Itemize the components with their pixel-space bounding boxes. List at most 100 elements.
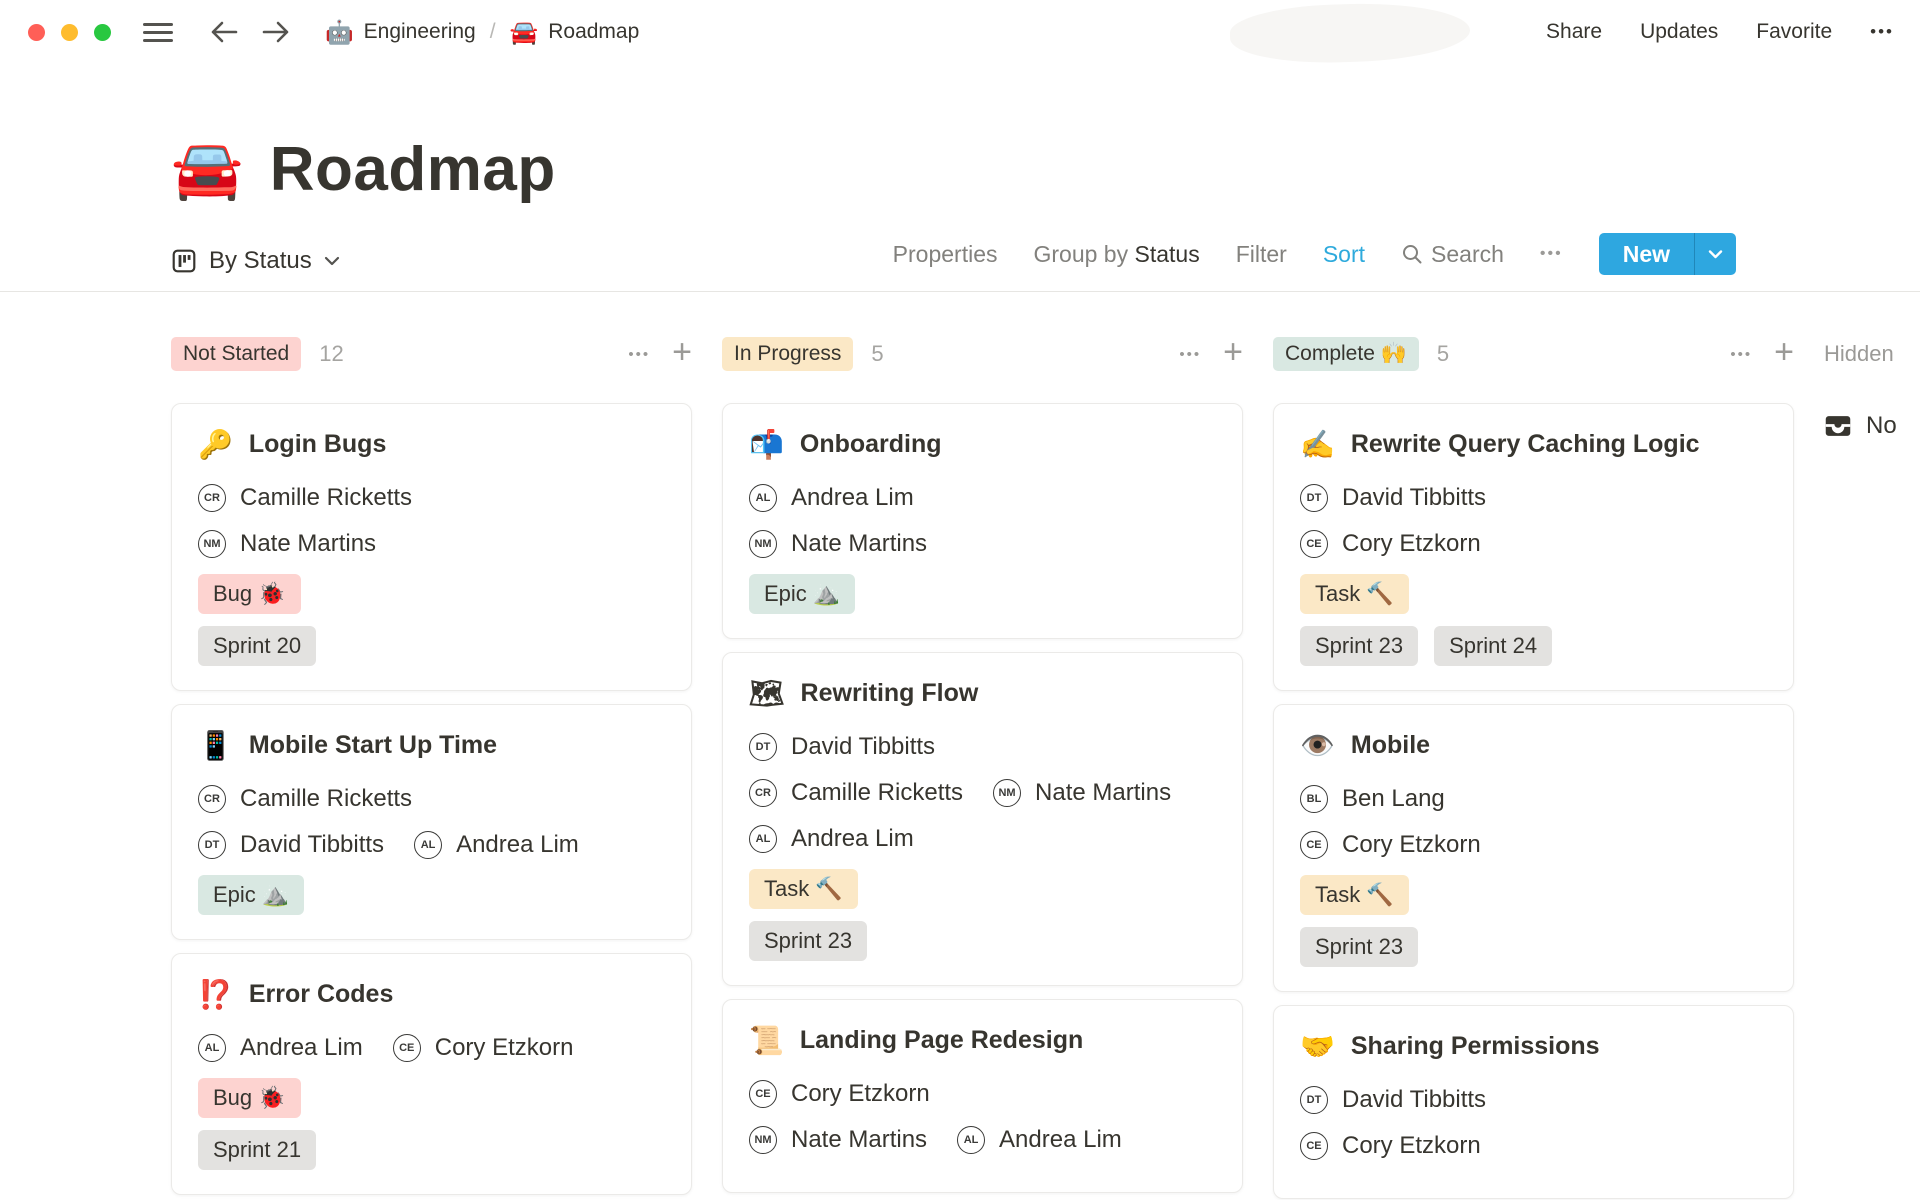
tag-badge[interactable]: Sprint 20 xyxy=(198,626,317,666)
hidden-group-row[interactable]: No xyxy=(1824,412,1920,440)
forward-arrow-icon[interactable] xyxy=(261,18,291,46)
tag-badge[interactable]: Task 🔨 xyxy=(749,869,858,909)
column-more-icon[interactable]: ••• xyxy=(1730,346,1752,363)
properties-button[interactable]: Properties xyxy=(893,241,998,268)
person-chip[interactable]: CE Cory Etzkorn xyxy=(1300,1132,1481,1160)
group-by-button[interactable]: Group by Status xyxy=(1033,241,1199,268)
tag-badge[interactable]: Task 🔨 xyxy=(1300,574,1409,614)
column-status-badge[interactable]: Complete 🙌 xyxy=(1273,337,1419,371)
tag-badge[interactable]: Sprint 23 xyxy=(749,921,868,961)
share-button[interactable]: Share xyxy=(1546,20,1602,44)
person-name: David Tibbitts xyxy=(240,831,385,858)
card-title: 📬 Onboarding xyxy=(749,424,1216,464)
sidebar-menu-icon[interactable] xyxy=(143,18,173,47)
breadcrumb-page[interactable]: Roadmap xyxy=(548,20,639,44)
column-status-badge[interactable]: In Progress xyxy=(722,337,854,371)
person-chip[interactable]: DT David Tibbitts xyxy=(198,831,384,859)
new-dropdown-chevron-icon[interactable] xyxy=(1694,233,1736,275)
person-chip[interactable]: CE Cory Etzkorn xyxy=(392,1034,573,1062)
person-name: Camille Ricketts xyxy=(240,785,413,812)
board-column: Not Started 12 ••• + 🔑 Login Bugs CR Camille Ri… xyxy=(171,334,692,1200)
column-add-card-icon[interactable]: + xyxy=(1774,335,1794,369)
card-emoji-icon: 🤝 xyxy=(1300,1029,1335,1063)
tag-badge[interactable]: Sprint 21 xyxy=(198,1130,317,1170)
avatar: NM xyxy=(993,779,1022,807)
person-name: Andrea Lim xyxy=(791,825,914,852)
avatar: AL xyxy=(957,1126,986,1154)
tag-badge[interactable]: Bug 🐞 xyxy=(198,574,301,614)
kanban-card[interactable]: 📬 Onboarding AL Andrea Lim NM Nate Martins Epi… xyxy=(722,403,1243,639)
new-button[interactable]: New xyxy=(1598,233,1736,275)
card-tag-row: Epic ⛰️ xyxy=(749,574,1216,614)
person-chip[interactable]: CE Cory Etzkorn xyxy=(1300,831,1481,859)
updates-button[interactable]: Updates xyxy=(1640,20,1718,44)
minimize-window-button[interactable] xyxy=(61,23,78,41)
kanban-card[interactable]: ✍️ Rewrite Query Caching Logic DT David Tib… xyxy=(1273,403,1794,691)
column-add-card-icon[interactable]: + xyxy=(672,335,692,369)
card-emoji-icon: 🗺 xyxy=(749,676,785,710)
search-button[interactable]: Search xyxy=(1401,241,1504,268)
tag-badge[interactable]: Sprint 23 xyxy=(1300,927,1419,967)
person-chip[interactable]: AL Andrea Lim xyxy=(957,1126,1122,1154)
avatar: CE xyxy=(392,1034,421,1062)
person-chip[interactable]: NM Nate Martins xyxy=(749,1126,927,1154)
kanban-card[interactable]: 🔑 Login Bugs CR Camille Ricketts NM Nate Mart… xyxy=(171,403,692,691)
close-window-button[interactable] xyxy=(28,23,45,41)
kanban-card[interactable]: 👁️ Mobile BL Ben Lang CE Cory Etzkorn Task 🔨 Sp… xyxy=(1273,704,1794,992)
kanban-card[interactable]: 📱 Mobile Start Up Time CR Camille Ricketts D… xyxy=(171,704,692,940)
card-tag-row: Task 🔨 xyxy=(1300,574,1767,614)
column-header: Hidden xyxy=(1824,334,1920,374)
more-options-icon[interactable]: ••• xyxy=(1870,22,1894,42)
kanban-card[interactable]: 🗺 Rewriting Flow DT David Tibbitts CR Camille… xyxy=(722,652,1243,986)
column-more-icon[interactable]: ••• xyxy=(1179,346,1201,363)
column-add-card-icon[interactable]: + xyxy=(1223,335,1243,369)
breadcrumb-workspace[interactable]: Engineering xyxy=(364,20,476,44)
card-tag-row: Sprint 20 xyxy=(198,626,665,666)
hidden-group-label: No xyxy=(1866,412,1897,439)
filter-button[interactable]: Filter xyxy=(1236,241,1287,268)
person-chip[interactable]: NM Nate Martins xyxy=(198,530,376,558)
person-chip[interactable]: CR Camille Ricketts xyxy=(198,484,412,512)
group-by-value: Status xyxy=(1134,240,1200,267)
person-chip[interactable]: CE Cory Etzkorn xyxy=(749,1080,930,1108)
zoom-window-button[interactable] xyxy=(94,23,111,41)
column-header: Complete 🙌 5 ••• + xyxy=(1273,334,1794,374)
tag-badge[interactable]: Sprint 23 xyxy=(1300,626,1419,666)
kanban-card[interactable]: 📜 Landing Page Redesign CE Cory Etzkorn NM Na… xyxy=(722,999,1243,1193)
person-chip[interactable]: BL Ben Lang xyxy=(1300,785,1445,813)
person-chip[interactable]: DT David Tibbitts xyxy=(1300,1086,1486,1114)
view-switcher[interactable]: By Status xyxy=(171,247,340,275)
tag-badge[interactable]: Task 🔨 xyxy=(1300,875,1409,915)
page-icon-small: 🚘 xyxy=(509,19,539,46)
column-status-badge[interactable]: Hidden xyxy=(1824,336,1906,372)
card-title-text: Rewriting Flow xyxy=(800,678,979,707)
tag-badge[interactable]: Sprint 24 xyxy=(1434,626,1553,666)
avatar: DT xyxy=(1300,484,1328,512)
avatar: CE xyxy=(1300,1132,1328,1160)
person-chip[interactable]: DT David Tibbitts xyxy=(1300,484,1486,512)
kanban-card[interactable]: 🤝 Sharing Permissions DT David Tibbitts CE Co… xyxy=(1273,1005,1794,1199)
person-chip[interactable]: NM Nate Martins xyxy=(749,530,927,558)
person-chip[interactable]: DT David Tibbitts xyxy=(749,733,935,761)
tag-badge[interactable]: Bug 🐞 xyxy=(198,1078,301,1118)
person-chip[interactable]: CE Cory Etzkorn xyxy=(1300,530,1481,558)
person-chip[interactable]: NM Nate Martins xyxy=(993,779,1171,807)
person-name: David Tibbitts xyxy=(1342,484,1487,511)
back-arrow-icon[interactable] xyxy=(209,18,239,46)
person-chip[interactable]: CR Camille Ricketts xyxy=(198,785,412,813)
person-chip[interactable]: AL Andrea Lim xyxy=(749,825,914,853)
column-more-icon[interactable]: ••• xyxy=(628,346,650,363)
person-chip[interactable]: AL Andrea Lim xyxy=(198,1034,363,1062)
favorite-button[interactable]: Favorite xyxy=(1756,20,1832,44)
toolbar-more-icon[interactable]: ••• xyxy=(1540,245,1563,263)
person-chip[interactable]: CR Camille Ricketts xyxy=(749,779,963,807)
person-chip[interactable]: AL Andrea Lim xyxy=(749,484,914,512)
page-emoji[interactable]: 🚘 xyxy=(171,135,244,204)
person-chip[interactable]: AL Andrea Lim xyxy=(414,831,579,859)
column-status-badge[interactable]: Not Started xyxy=(171,337,302,371)
avatar: AL xyxy=(749,825,777,853)
kanban-card[interactable]: ⁉️ Error Codes AL Andrea Lim CE Cory Etzkorn B… xyxy=(171,953,692,1195)
tag-badge[interactable]: Epic ⛰️ xyxy=(749,574,856,614)
sort-button[interactable]: Sort xyxy=(1323,241,1365,268)
tag-badge[interactable]: Epic ⛰️ xyxy=(198,875,305,915)
